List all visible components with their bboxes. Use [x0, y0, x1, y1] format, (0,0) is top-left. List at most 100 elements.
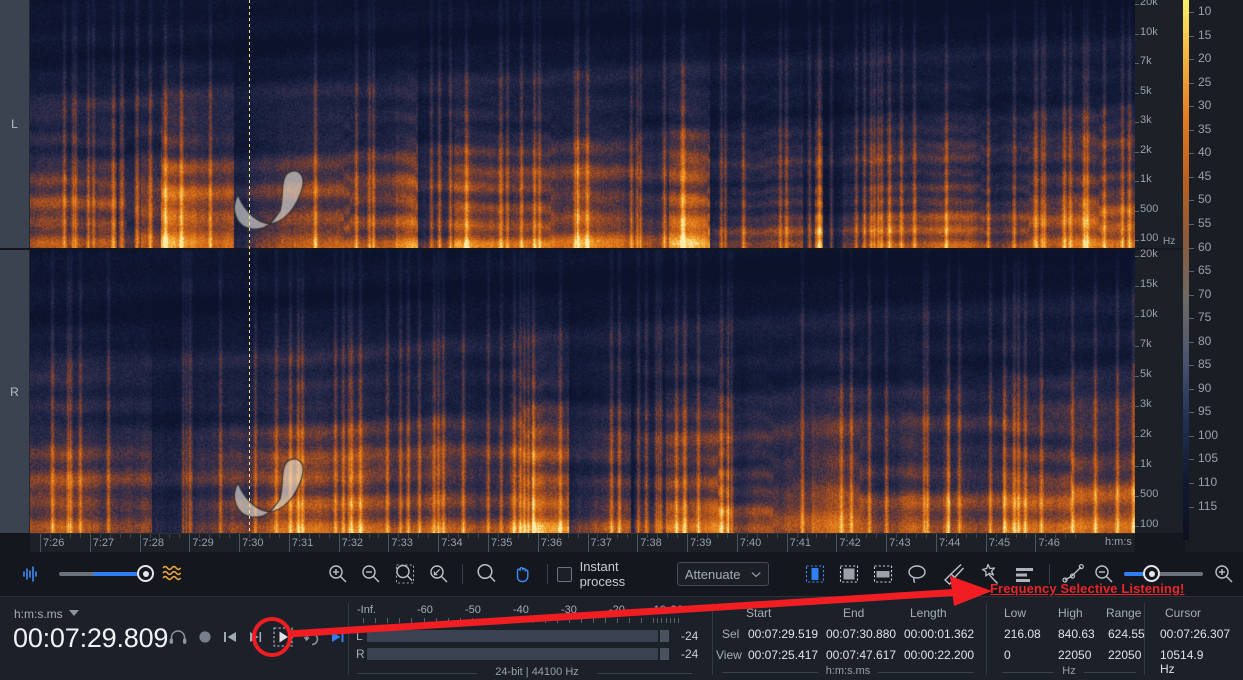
process-mode-select[interactable]: Attenuate [676, 562, 769, 586]
time-minor-tick [756, 534, 758, 538]
spectrogram-canvas-right[interactable] [30, 250, 1135, 533]
time-minor-tick [497, 534, 499, 538]
sel-start-value[interactable]: 00:07:29.519 [748, 627, 818, 641]
horizontal-zoom-slider-knob[interactable] [1143, 565, 1161, 582]
view-end-value[interactable]: 00:07:47.617 [826, 648, 896, 662]
spectrogram-area[interactable]: L R 20k 10k 7k 5k 3k 2k 1k 500 100 20k 15k 10k 7k 5k… [0, 0, 1243, 553]
col-header-length: Length [910, 606, 947, 620]
freq-table-unit-caption: Hz [1062, 665, 1076, 677]
zoom-in-icon[interactable] [323, 559, 353, 589]
meter-scale-tick [459, 618, 461, 623]
zoom-to-selection-icon[interactable] [390, 559, 420, 589]
view-length-value[interactable]: 00:00:22.200 [904, 648, 974, 662]
sel-end-value[interactable]: 00:07:30.880 [826, 627, 896, 641]
meter-scale-label: -40 [513, 604, 529, 616]
meter-scale-tick [423, 618, 425, 623]
time-minor-tick [268, 534, 270, 538]
time-minor-tick [318, 534, 320, 538]
time-minor-tick [1025, 534, 1027, 538]
app-window: L R 20k 10k 7k 5k 3k 2k 1k 500 100 20k 15k 10k 7k 5k… [0, 0, 1243, 680]
time-minor-tick [617, 534, 619, 538]
sel-freq-range-value[interactable]: 624.55 [1108, 627, 1145, 641]
meter-scale-tick [496, 618, 498, 623]
time-minor-tick [677, 534, 679, 538]
instant-process-checkbox[interactable] [556, 566, 572, 582]
meter-scale-tick [678, 618, 680, 623]
headphones-icon[interactable] [168, 629, 188, 650]
hand-pan-tool-icon[interactable] [508, 559, 538, 589]
view-freq-low-value[interactable]: 0 [1004, 648, 1011, 662]
play-to-end-icon[interactable] [330, 629, 346, 650]
chevron-down-icon [68, 610, 79, 616]
current-time-display[interactable]: 00:07:29.809 [13, 623, 168, 654]
loop-icon[interactable] [303, 628, 321, 651]
cursor-frequency-value: 10514.9 Hz [1160, 648, 1204, 676]
db-color-scale[interactable]: 10 15 20 25 30 35 40 45 50 55 60 65 70 75 80 85 90 95 100 1… [1183, 0, 1243, 552]
skip-back-icon[interactable] [222, 629, 238, 650]
time-minor-tick [746, 534, 748, 538]
channel-header-left[interactable]: L [0, 0, 30, 248]
zoom-out-icon[interactable] [356, 559, 386, 589]
view-freq-high-value[interactable]: 22050 [1058, 648, 1091, 662]
spectrogram-canvas-left[interactable] [30, 0, 1135, 248]
time-minor-tick [796, 534, 798, 538]
frequency-ruler-left[interactable]: 20k 10k 7k 5k 3k 2k 1k 500 100 [1135, 0, 1185, 248]
time-minor-tick [806, 534, 808, 538]
meter-scale-tick [674, 618, 675, 623]
frequency-band-selection-tool-icon[interactable] [868, 559, 898, 589]
toolbar-divider [462, 564, 464, 584]
time-minor-tick [766, 534, 768, 538]
zoom-fit-icon[interactable] [424, 559, 454, 589]
time-format-selector[interactable]: h:m:s.ms [14, 605, 79, 623]
record-icon[interactable] [197, 629, 213, 650]
magnifier-tool-icon[interactable] [472, 559, 502, 589]
time-minor-tick [209, 534, 211, 538]
rectangle-selection-tool-icon[interactable] [834, 559, 864, 589]
view-freq-range-value[interactable]: 22050 [1108, 648, 1141, 662]
time-minor-tick [866, 534, 868, 538]
meter-scale-tick [375, 618, 377, 623]
format-caption-rule-left [357, 673, 477, 674]
sel-length-value[interactable]: 00:00:01.362 [904, 627, 974, 641]
meter-scale-tick [661, 618, 663, 623]
time-minor-tick [657, 534, 659, 538]
channel-label-left: L [11, 117, 18, 131]
sel-freq-low-value[interactable]: 216.08 [1004, 627, 1041, 641]
time-minor-tick [716, 534, 718, 538]
meter-channel-label-left: L [356, 629, 363, 643]
time-minor-tick [109, 534, 111, 538]
waveform-icon[interactable] [16, 559, 46, 589]
sel-freq-high-value[interactable]: 840.63 [1058, 627, 1095, 641]
playhead-cursor[interactable] [249, 0, 250, 533]
blend-slider-knob[interactable] [137, 565, 155, 582]
time-ruler[interactable]: 7:26 7:27 7:28 7:29 7:30 7:31 7:32 7:33 7:34 7:35… [30, 533, 1135, 553]
instant-process-label: Instant process [579, 559, 626, 589]
view-start-value[interactable]: 00:07:25.417 [748, 648, 818, 662]
horizontal-zoom-slider-track[interactable] [1124, 565, 1204, 582]
spectrogram-icon[interactable] [158, 559, 188, 589]
meter-scale-tick [605, 618, 606, 623]
lasso-selection-tool-icon[interactable] [903, 559, 933, 589]
time-minor-tick [298, 534, 300, 538]
cursor-panel-header: Cursor [1165, 606, 1202, 620]
time-selection-tool-icon[interactable] [800, 559, 830, 589]
waveform-spectrogram-blend-slider[interactable] [59, 565, 155, 582]
time-minor-tick [59, 534, 61, 538]
time-minor-tick [328, 534, 330, 538]
time-minor-tick [567, 534, 569, 538]
time-minor-tick [199, 534, 201, 538]
meter-scale-tick [592, 618, 594, 623]
channel-label-right: R [10, 384, 19, 399]
meter-scale-label: 0 [677, 604, 684, 616]
meter-scale-tick [435, 618, 437, 623]
time-minor-tick [458, 534, 460, 538]
horizontal-zoom-in-icon[interactable] [1209, 559, 1239, 589]
channel-header-right[interactable]: R [0, 250, 30, 533]
time-minor-tick [706, 534, 708, 538]
frequency-ruler-right[interactable]: 20k 15k 10k 7k 5k 3k 2k 1k 500 100 [1135, 248, 1185, 533]
time-minor-tick [627, 534, 629, 538]
time-minor-tick [1075, 534, 1077, 538]
time-minor-tick [925, 534, 927, 538]
magic-brush-tool-icon[interactable] [939, 559, 969, 589]
meter-scale-tick [556, 618, 558, 623]
